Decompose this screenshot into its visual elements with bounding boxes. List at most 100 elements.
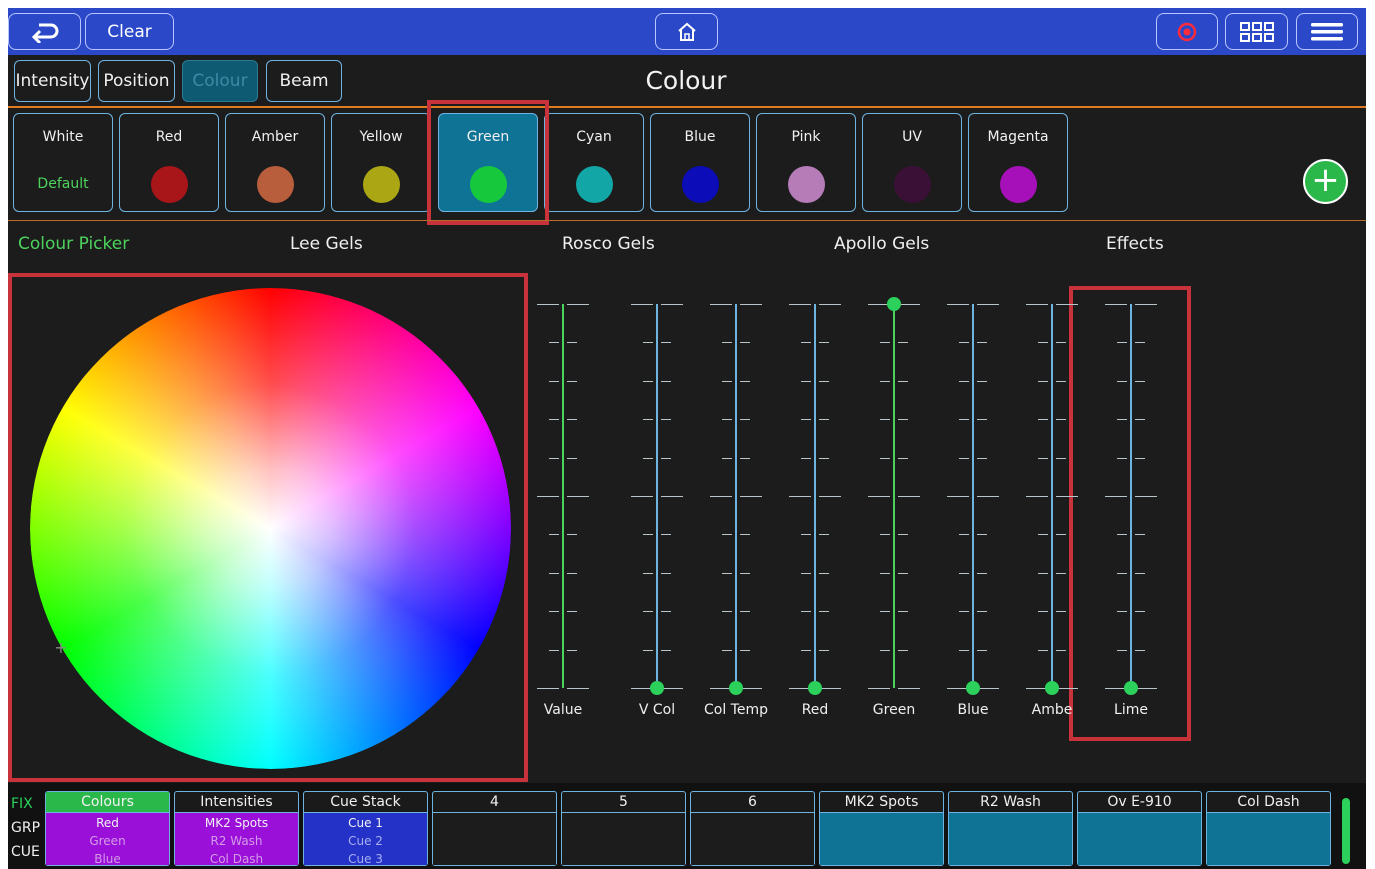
record-button[interactable] bbox=[1156, 13, 1218, 50]
palette-magenta[interactable]: Magenta bbox=[968, 113, 1068, 212]
fader-tick bbox=[819, 496, 841, 497]
palette-pink[interactable]: Pink bbox=[756, 113, 856, 212]
handle-header: Colours bbox=[46, 792, 169, 813]
fader-track[interactable] bbox=[656, 304, 658, 688]
handle-5[interactable]: 5 bbox=[561, 791, 686, 866]
fader-thumb[interactable] bbox=[729, 681, 743, 695]
mode-fix[interactable]: FIX bbox=[11, 796, 33, 812]
tab-intensity[interactable]: Intensity bbox=[14, 60, 91, 102]
fader-tick bbox=[898, 534, 908, 535]
fader-tick bbox=[1056, 688, 1078, 689]
handle-r2-wash[interactable]: R2 Wash bbox=[948, 791, 1073, 866]
fader-thumb[interactable] bbox=[887, 297, 901, 311]
handle-line: Cue 2 bbox=[348, 834, 383, 848]
fader-tick bbox=[1117, 650, 1127, 651]
handle-intensities[interactable]: Intensities MK2 Spots R2 Wash Col Dash bbox=[174, 791, 299, 866]
fader-tick bbox=[1135, 688, 1157, 689]
fader-tick bbox=[819, 381, 829, 382]
fader-tick bbox=[549, 573, 559, 574]
palette-uv[interactable]: UV bbox=[862, 113, 962, 212]
scroll-indicator[interactable] bbox=[1342, 798, 1350, 864]
fader-tick bbox=[722, 419, 732, 420]
handle-header: Intensities bbox=[175, 792, 298, 813]
fader-thumb[interactable] bbox=[1124, 681, 1138, 695]
fader-red[interactable]: Red bbox=[789, 296, 841, 718]
handle-mk2-spots[interactable]: MK2 Spots bbox=[819, 791, 944, 866]
palette-swatch bbox=[151, 166, 188, 203]
fader-tick bbox=[1056, 573, 1066, 574]
handle-colours[interactable]: Colours Red Green Blue bbox=[45, 791, 170, 866]
fader-col-temp[interactable]: Col Temp bbox=[704, 296, 768, 718]
handle-contents: MK2 Spots R2 Wash Col Dash bbox=[175, 813, 298, 866]
fader-value[interactable]: Value bbox=[537, 296, 589, 718]
handle-header: 6 bbox=[691, 792, 814, 813]
handle-line: Green bbox=[89, 834, 126, 848]
fader-tick bbox=[1135, 381, 1145, 382]
fader-green[interactable]: Green bbox=[868, 296, 920, 718]
fader-tick bbox=[1056, 650, 1066, 651]
tab-position[interactable]: Position bbox=[98, 60, 175, 102]
fader-track[interactable] bbox=[893, 304, 895, 688]
palette-white[interactable]: White Default bbox=[13, 113, 113, 212]
fader-thumb[interactable] bbox=[1045, 681, 1059, 695]
fader-tick bbox=[880, 458, 890, 459]
mode-cue[interactable]: CUE bbox=[11, 844, 40, 860]
fader-thumb[interactable] bbox=[650, 681, 664, 695]
fader-track[interactable] bbox=[562, 304, 564, 688]
grid-button[interactable] bbox=[1225, 13, 1288, 50]
fader-thumb[interactable] bbox=[966, 681, 980, 695]
fader-tick bbox=[898, 304, 920, 305]
fader-thumb[interactable] bbox=[808, 681, 822, 695]
fader-tick bbox=[740, 304, 762, 305]
fader-tick bbox=[567, 611, 577, 612]
fader-tick bbox=[722, 458, 732, 459]
tab-colour[interactable]: Colour bbox=[182, 60, 258, 102]
handle-4[interactable]: 4 bbox=[432, 791, 557, 866]
fader-tick bbox=[880, 381, 890, 382]
back-button[interactable] bbox=[8, 13, 81, 50]
subtab-colour-picker[interactable]: Colour Picker bbox=[18, 234, 129, 254]
fader-blue[interactable]: Blue bbox=[947, 296, 999, 718]
highlight-green-palette bbox=[427, 100, 549, 225]
fader-tick bbox=[819, 573, 829, 574]
subtab-apollo-gels[interactable]: Apollo Gels bbox=[834, 234, 929, 254]
tab-beam[interactable]: Beam bbox=[266, 60, 342, 102]
fader-track[interactable] bbox=[735, 304, 737, 688]
palette-swatch bbox=[788, 166, 825, 203]
handle-ov-e-910[interactable]: Ov E-910 bbox=[1077, 791, 1202, 866]
fader-v-col[interactable]: V Col bbox=[631, 296, 683, 718]
fader-tick bbox=[549, 381, 559, 382]
clear-button[interactable]: Clear bbox=[85, 13, 174, 50]
fader-track[interactable] bbox=[1051, 304, 1053, 688]
handle-col-dash[interactable]: Col Dash bbox=[1206, 791, 1331, 866]
menu-button[interactable] bbox=[1296, 13, 1358, 50]
add-palette-button[interactable]: + bbox=[1303, 159, 1348, 204]
fader-track[interactable] bbox=[972, 304, 974, 688]
fader-tick bbox=[880, 611, 890, 612]
mode-grp[interactable]: GRP bbox=[11, 820, 40, 836]
palette-amber[interactable]: Amber bbox=[225, 113, 325, 212]
handle-6[interactable]: 6 bbox=[690, 791, 815, 866]
fader-tick bbox=[567, 381, 577, 382]
subtab-effects[interactable]: Effects bbox=[1106, 234, 1164, 254]
palette-blue[interactable]: Blue bbox=[650, 113, 750, 212]
palette-red[interactable]: Red bbox=[119, 113, 219, 212]
palette-cyan[interactable]: Cyan bbox=[544, 113, 644, 212]
subtab-rosco-gels[interactable]: Rosco Gels bbox=[562, 234, 655, 254]
handle-cue-stack[interactable]: Cue Stack Cue 1 Cue 2 Cue 3 bbox=[303, 791, 428, 866]
fader-tick bbox=[643, 650, 653, 651]
subtab-lee-gels[interactable]: Lee Gels bbox=[290, 234, 363, 254]
fader-tick bbox=[740, 381, 750, 382]
fader-tick bbox=[898, 611, 908, 612]
highlight-colour-picker bbox=[8, 273, 528, 782]
fader-ambe[interactable]: Ambe bbox=[1026, 296, 1078, 718]
palette-swatch bbox=[894, 166, 931, 203]
fader-lime[interactable]: Lime bbox=[1105, 296, 1157, 718]
fader-tick bbox=[740, 688, 762, 689]
home-icon bbox=[677, 22, 696, 41]
home-button[interactable] bbox=[655, 13, 718, 50]
palette-yellow[interactable]: Yellow bbox=[331, 113, 431, 212]
fader-track[interactable] bbox=[814, 304, 816, 688]
fader-tick bbox=[898, 650, 908, 651]
fader-track[interactable] bbox=[1130, 304, 1132, 688]
